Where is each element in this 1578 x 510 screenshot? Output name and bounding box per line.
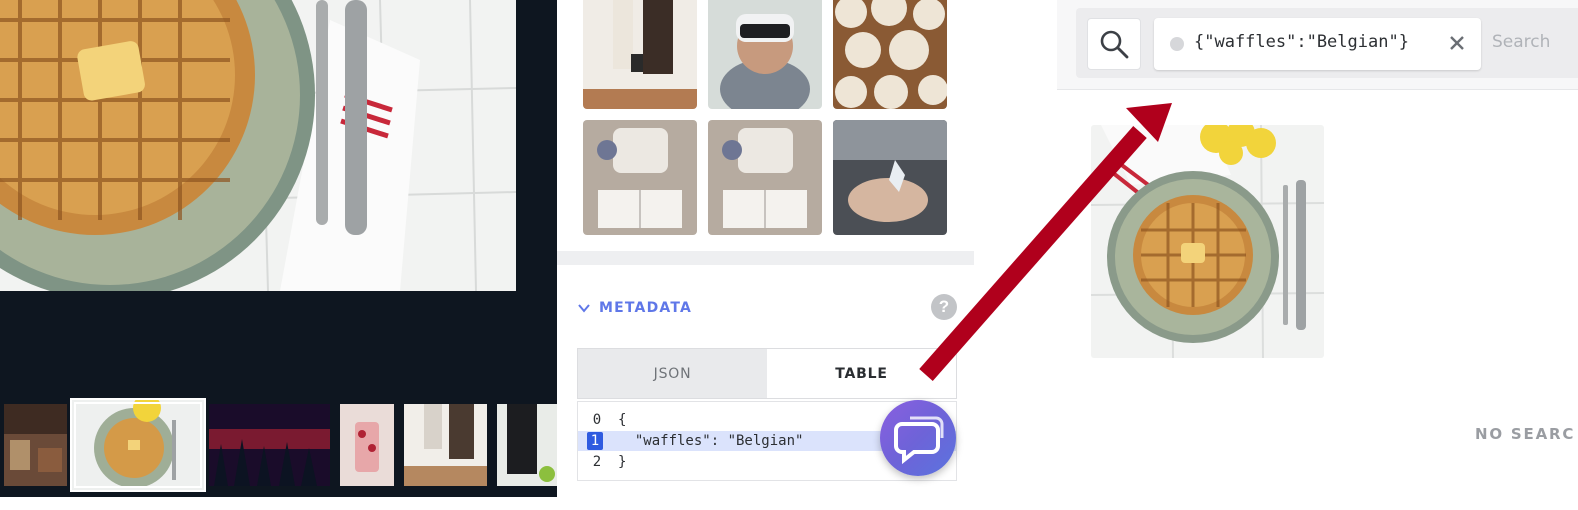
tab-json[interactable]: JSON <box>578 349 767 398</box>
filmstrip-thumb[interactable] <box>4 404 67 486</box>
details-panel: METADATA ? JSON TABLE 0 { 1 "waffles": "… <box>557 0 974 497</box>
no-results-message: NO SEARC <box>1475 425 1576 443</box>
section-divider <box>557 251 974 265</box>
metadata-title: METADATA <box>599 300 693 316</box>
gallery-tile[interactable] <box>833 120 947 235</box>
filmstrip <box>0 398 557 494</box>
gallery-tile[interactable] <box>583 0 697 109</box>
gallery-tile[interactable] <box>833 0 947 109</box>
gallery-tile[interactable] <box>708 120 822 235</box>
filmstrip-thumb[interactable] <box>209 404 330 486</box>
chevron-down-icon <box>578 304 590 313</box>
chat-button[interactable] <box>880 400 956 476</box>
search-query-text: {"waffles":"Belgian"} <box>1194 32 1409 52</box>
code-text: "waffles": "Belgian" <box>618 433 804 449</box>
close-icon[interactable] <box>1446 32 1468 54</box>
metadata-toggle[interactable]: METADATA <box>577 296 692 320</box>
filmstrip-thumb[interactable] <box>340 404 394 486</box>
line-number: 2 <box>592 454 602 470</box>
filmstrip-thumb-selected[interactable] <box>70 398 206 492</box>
search-button[interactable]: Search <box>1492 32 1550 52</box>
line-number: 1 <box>587 432 603 450</box>
search-bar: {"waffles":"Belgian"} Search <box>1057 0 1578 90</box>
image-viewer <box>0 0 557 497</box>
status-dot <box>1170 37 1184 51</box>
code-text: { <box>618 412 627 428</box>
help-icon[interactable]: ? <box>931 294 957 320</box>
search-row: {"waffles":"Belgian"} Search <box>1076 8 1578 78</box>
code-text: } <box>618 454 627 470</box>
search-result-thumbnail[interactable] <box>1091 125 1324 358</box>
filmstrip-thumb[interactable] <box>404 404 487 486</box>
search-icon[interactable] <box>1087 18 1141 70</box>
gallery-tile[interactable] <box>708 0 822 109</box>
filmstrip-thumb[interactable] <box>497 404 557 486</box>
search-panel: {"waffles":"Belgian"} Search NO SEARC <box>974 0 1578 510</box>
tab-table[interactable]: TABLE <box>767 349 956 398</box>
line-number: 0 <box>592 412 602 428</box>
main-image <box>0 0 516 291</box>
gallery-tile[interactable] <box>583 120 697 235</box>
metadata-tabs: JSON TABLE <box>577 348 957 399</box>
search-query-chip[interactable]: {"waffles":"Belgian"} <box>1154 18 1481 70</box>
chat-bubble-icon <box>894 416 944 465</box>
